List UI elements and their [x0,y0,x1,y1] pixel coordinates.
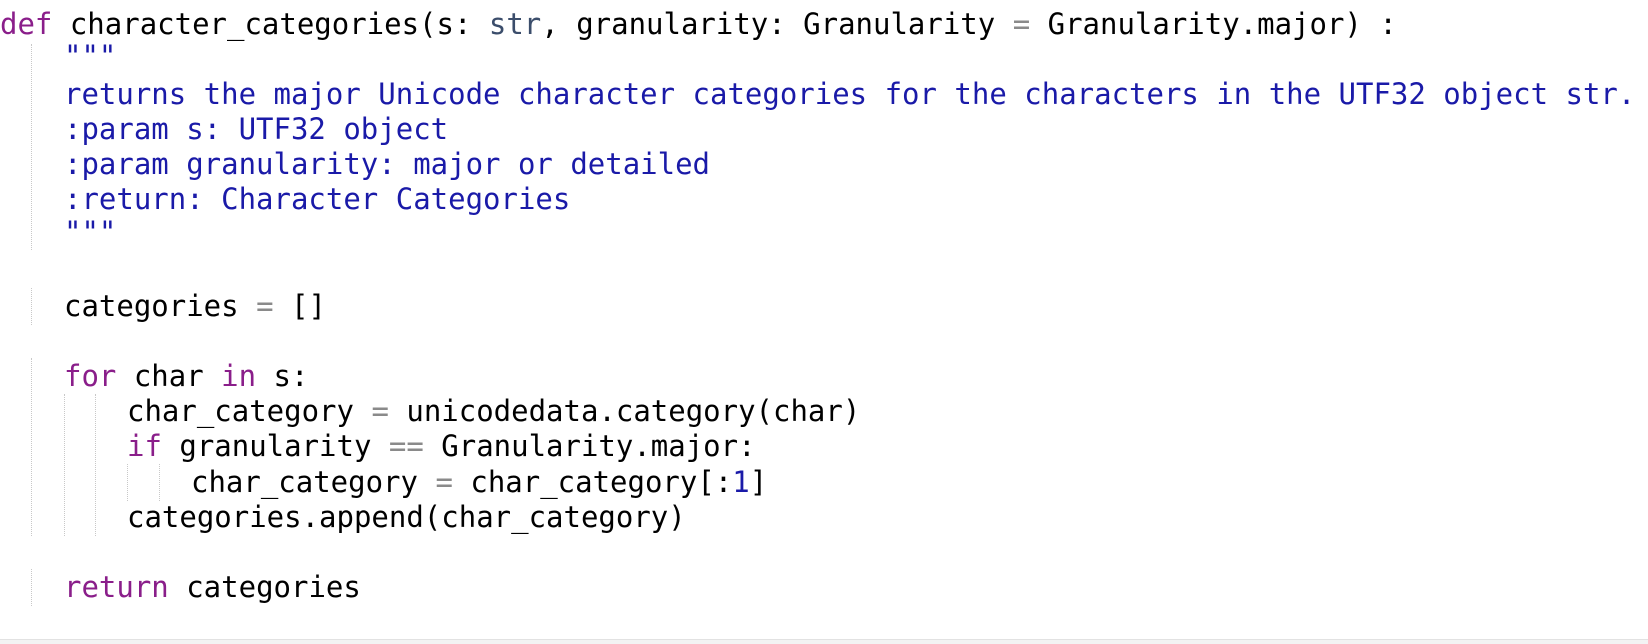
indent-guide [31,569,32,606]
indent-guide [31,288,32,325]
operator-double-equals: == [388,429,424,463]
operator-equals: = [435,465,453,499]
operator-equals: = [256,289,274,323]
list-literal: [] [273,289,326,323]
docstring-line: returns the major Unicode character cate… [64,77,1636,111]
docstring-line: :param s: UTF32 object [64,112,449,146]
builtin-str: str [488,7,542,41]
code-line-slice: char_category = char_category[:1] [191,464,767,501]
code-line-categories-init: categories = [] [64,288,326,325]
code-line-append: categories.append(char_category) [127,500,686,534]
code-line-return: return categories [64,569,361,606]
code-line-category-call: char_category = unicodedata.category(cha… [127,393,860,430]
condition-right: Granularity.major: [423,429,756,463]
keyword-return: return [64,570,169,604]
indent-guide [64,394,65,536]
keyword-def: def [0,7,53,41]
indent-guide [31,358,32,536]
docstring-line: :param granularity: major or detailed [64,147,711,181]
variable-name: char_category [191,465,436,499]
indent-guide [95,394,96,536]
function-signature: character_categories(s: [52,7,489,41]
variable-name: categories [64,289,257,323]
code-line-def: def character_categories(s: str, granula… [0,6,1397,43]
indent-guide [31,44,32,250]
code-editor[interactable]: def character_categories(s: str, granula… [0,0,1648,644]
variable-name: char_category [127,394,372,428]
indent-guide [127,464,128,501]
loop-iterable: s: [256,359,309,393]
keyword-in: in [221,359,257,393]
operator-equals: = [371,394,389,428]
docstring-close-quote: """ [64,215,117,249]
indent-guide [159,464,160,501]
code-line-for: for char in s: [64,358,308,395]
loop-variable: char [116,359,222,393]
number-literal: 1 [732,465,750,499]
editor-bottom-edge [0,639,1648,644]
keyword-for: for [64,359,117,393]
operator-equals: = [1012,7,1031,41]
code-line-if: if granularity == Granularity.major: [127,428,756,465]
function-call: unicodedata.category(char) [388,394,861,428]
condition-left: granularity [161,429,389,463]
return-value: categories [168,570,361,604]
signature-part: Granularity.major) : [1030,7,1397,41]
keyword-if: if [127,429,162,463]
signature-part: , granularity: Granularity [541,7,1013,41]
slice-expression: char_category[: [452,465,733,499]
slice-close: ] [749,465,768,499]
docstring-open-quote: """ [64,39,117,73]
docstring-line: :return: Character Categories [64,182,571,216]
